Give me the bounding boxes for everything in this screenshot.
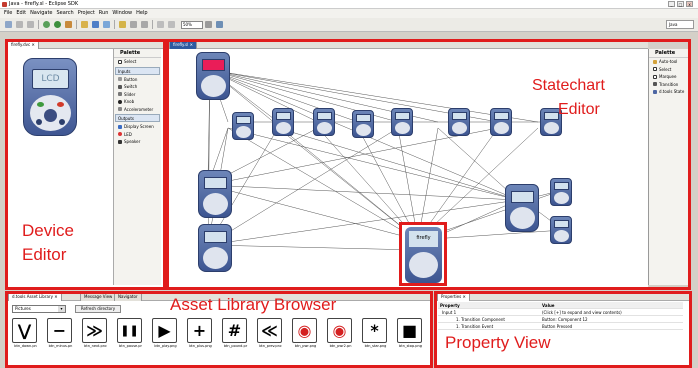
- menu-help[interactable]: Help: [136, 9, 147, 18]
- toolbar-separator: [152, 20, 153, 29]
- save-icon[interactable]: [16, 21, 23, 28]
- new-class-icon[interactable]: [92, 21, 99, 28]
- menu-search[interactable]: Search: [57, 9, 74, 18]
- menu-project[interactable]: Project: [78, 9, 95, 18]
- statechart-editor-highlight: [166, 39, 691, 290]
- java-icon: [2, 2, 7, 7]
- property-view-highlight: [434, 291, 692, 368]
- menu-navigate[interactable]: Navigate: [30, 9, 52, 18]
- window-title: Java - firefly.sl - Eclipse SDK: [9, 1, 79, 7]
- device-editor-highlight: [5, 39, 166, 290]
- forward-icon[interactable]: [141, 21, 148, 28]
- minimize-button[interactable]: _: [668, 1, 675, 7]
- perspective-label: Java: [669, 22, 678, 27]
- close-button[interactable]: x: [686, 1, 693, 7]
- back-icon[interactable]: [130, 21, 137, 28]
- menu-window[interactable]: Window: [112, 9, 132, 18]
- zoom-select[interactable]: 50%: [181, 20, 203, 29]
- search-icon[interactable]: [119, 21, 126, 28]
- chevron-down-icon[interactable]: [205, 21, 212, 28]
- external-tools-icon[interactable]: [65, 21, 72, 28]
- menu-bar: File Edit Navigate Search Project Run Wi…: [0, 9, 698, 18]
- toolbar-separator: [114, 20, 115, 29]
- asset-library-highlight: [5, 291, 433, 368]
- menu-edit[interactable]: Edit: [16, 9, 26, 18]
- undo-icon[interactable]: [157, 21, 164, 28]
- menu-file[interactable]: File: [4, 9, 12, 18]
- debug-icon[interactable]: [43, 21, 50, 28]
- run-icon[interactable]: [54, 21, 61, 28]
- main-toolbar: 50%: [0, 18, 698, 32]
- toolbar-separator: [38, 20, 39, 29]
- redo-icon[interactable]: [168, 21, 175, 28]
- print-icon[interactable]: [27, 21, 34, 28]
- perspective-switcher[interactable]: Java: [666, 20, 694, 29]
- menu-run[interactable]: Run: [99, 9, 109, 18]
- new-package-icon[interactable]: [81, 21, 88, 28]
- toolbar-separator: [76, 20, 77, 29]
- window-titlebar: Java - firefly.sl - Eclipse SDK _ □ x: [0, 0, 698, 9]
- open-type-icon[interactable]: [103, 21, 110, 28]
- new-icon[interactable]: [5, 21, 12, 28]
- maximize-button[interactable]: □: [677, 1, 684, 7]
- layout-icon[interactable]: [216, 21, 223, 28]
